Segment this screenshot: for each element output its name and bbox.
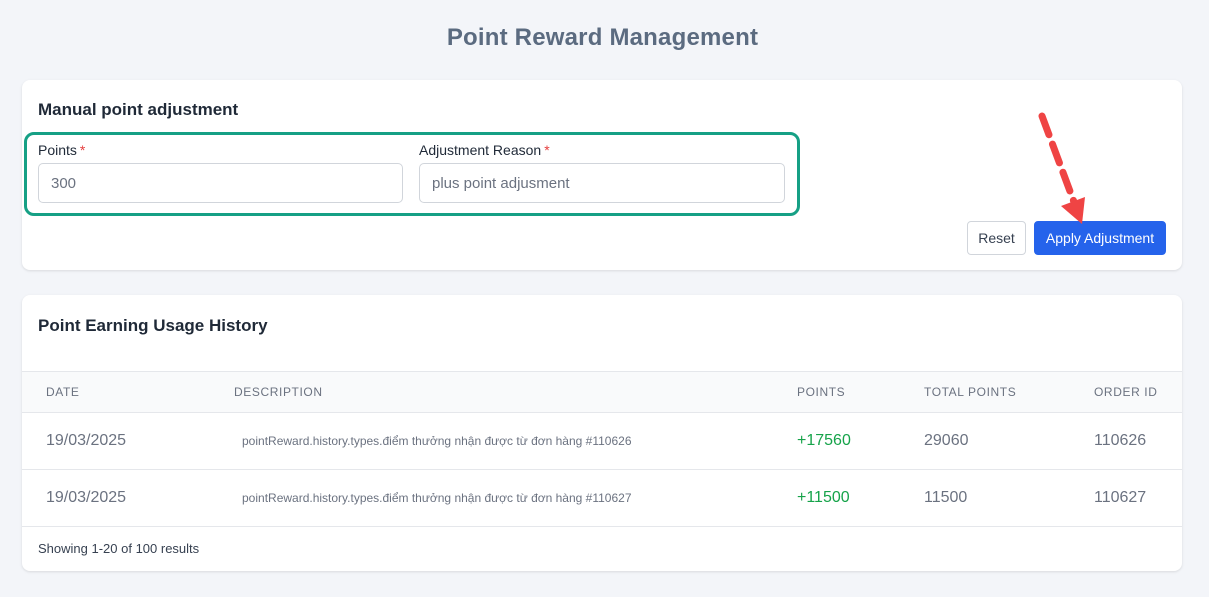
pagination-summary: Showing 1-20 of 100 results xyxy=(38,541,200,556)
points-label-text: Points xyxy=(38,142,77,158)
adjustment-title: Manual point adjustment xyxy=(38,100,239,119)
row-points: +11500 xyxy=(797,469,924,527)
column-header-date: DATE xyxy=(22,371,234,413)
reason-label: Adjustment Reason * xyxy=(419,142,550,158)
apply-adjustment-button[interactable]: Apply Adjustment xyxy=(1034,221,1166,255)
points-label: Points * xyxy=(38,142,85,158)
row-order-id: 110626 xyxy=(1094,412,1182,470)
row-description: pointReward.history.types.điểm thưởng nh… xyxy=(234,469,797,527)
column-header-total-points: TOTAL POINTS xyxy=(924,371,1094,413)
history-title: Point Earning Usage History xyxy=(38,316,268,335)
row-description: pointReward.history.types.điểm thưởng nh… xyxy=(234,412,797,470)
table-row: 19/03/2025 pointReward.history.types.điể… xyxy=(22,412,1182,470)
row-total-points: 11500 xyxy=(924,469,1094,527)
row-date: 19/03/2025 xyxy=(22,469,234,527)
required-mark: * xyxy=(79,142,86,158)
reason-input[interactable] xyxy=(419,163,785,203)
reset-button[interactable]: Reset xyxy=(967,221,1026,255)
row-date: 19/03/2025 xyxy=(22,412,234,470)
points-input[interactable] xyxy=(38,163,403,203)
adjustment-card: Manual point adjustment Points* Adjustme… xyxy=(22,80,1182,270)
row-order-id: 110627 xyxy=(1094,469,1182,527)
table-header-row: DATE DESCRIPTION POINTS TOTAL POINTS ORD… xyxy=(22,371,1182,413)
history-table: DATE DESCRIPTION POINTS TOTAL POINTS ORD… xyxy=(22,371,1182,527)
page-title: Point Reward Management xyxy=(446,24,759,51)
history-card: Point Earning Usage History DATE DESCRIP… xyxy=(22,295,1182,571)
column-header-order-id: ORDER ID xyxy=(1094,371,1182,413)
table-row: 19/03/2025 pointReward.history.types.điể… xyxy=(22,469,1182,527)
row-points: +17560 xyxy=(797,412,924,470)
row-total-points: 29060 xyxy=(924,412,1094,470)
column-header-points: POINTS xyxy=(797,371,924,413)
column-header-description: DESCRIPTION xyxy=(234,371,797,413)
reason-label-text: Adjustment Reason xyxy=(419,142,542,158)
required-mark: * xyxy=(544,142,550,158)
